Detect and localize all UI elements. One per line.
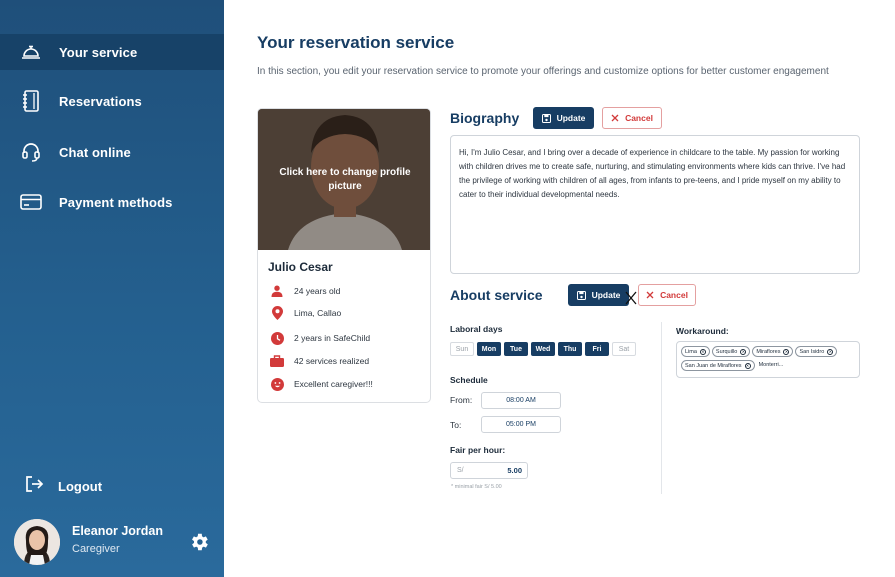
close-icon <box>611 114 619 122</box>
detail-text: 2 years in SafeChild <box>294 333 371 343</box>
detail-text: 24 years old <box>294 286 341 296</box>
chip-label: Lima <box>685 348 697 355</box>
chip-label: San Isidro <box>799 348 825 355</box>
credit-card-icon <box>20 191 42 213</box>
mouse-cursor <box>625 291 637 305</box>
person-icon <box>270 284 284 298</box>
day-fri[interactable]: Fri <box>585 342 609 356</box>
profile-card: Click here to change profile picture Jul… <box>257 108 431 403</box>
cancel-label: Cancel <box>660 290 688 300</box>
sidebar-item-label: Chat online <box>59 144 131 160</box>
from-time-input[interactable]: 08:00 AM <box>481 392 561 409</box>
fair-note: * minimal fair S/ 5.00 <box>451 484 502 490</box>
user-name: Eleanor Jordan <box>72 524 163 538</box>
change-photo-hint: Click here to change profile picture <box>279 167 411 192</box>
detail-text: 42 services realized <box>294 356 370 366</box>
day-sat[interactable]: Sat <box>612 342 636 356</box>
day-mon[interactable]: Mon <box>477 342 501 356</box>
close-icon[interactable]: ✕ <box>740 348 747 355</box>
sidebar-item-chat-online[interactable]: Chat online <box>0 134 224 170</box>
district-chip[interactable]: Miraflores ✕ <box>752 346 794 357</box>
chip-label: Surquillo <box>715 348 738 355</box>
sidebar-item-label: Reservations <box>59 93 142 109</box>
fair-per-hour-input[interactable]: S/ 5.00 <box>450 462 528 479</box>
profile-name: Julio Cesar <box>268 260 333 274</box>
from-label: From: <box>450 395 473 405</box>
fair-label: Fair per hour: <box>450 445 506 455</box>
about-cancel-button[interactable]: Cancel <box>638 284 696 306</box>
update-label: Update <box>556 113 586 123</box>
district-chip[interactable]: San Juan de Miraflores ✕ <box>681 360 755 371</box>
day-tue[interactable]: Tue <box>504 342 528 356</box>
detail-rating: Excellent caregiver!!! <box>270 377 373 391</box>
to-time-input[interactable]: 05:00 PM <box>481 416 561 433</box>
chip-label: San Juan de Miraflores <box>685 362 742 369</box>
day-wed[interactable]: Wed <box>531 342 555 356</box>
divider <box>661 322 662 494</box>
laboral-days-label: Laboral days <box>450 324 503 334</box>
close-icon[interactable]: ✕ <box>827 348 834 355</box>
close-icon[interactable]: ✕ <box>744 362 751 369</box>
gear-icon[interactable] <box>188 531 210 553</box>
page-title: Your reservation service <box>257 33 455 52</box>
workaround-label: Workaround: <box>676 326 729 336</box>
day-sun[interactable]: Sun <box>450 342 474 356</box>
detail-experience: 2 years in SafeChild <box>270 331 370 345</box>
detail-age: 24 years old <box>270 284 340 298</box>
currency-symbol: S/ <box>457 467 464 474</box>
district-chip[interactable]: Surquillo ✕ <box>711 346 751 357</box>
day-thu[interactable]: Thu <box>558 342 582 356</box>
sidebar: Your service Reservations Chat online Pa… <box>0 0 224 577</box>
biography-title: Biography <box>450 110 520 126</box>
sidebar-item-reservations[interactable]: Reservations <box>0 83 224 119</box>
detail-text: Excellent caregiver!!! <box>294 379 373 389</box>
bell-service-icon <box>20 41 42 63</box>
district-chip[interactable]: San Isidro ✕ <box>795 346 838 357</box>
close-icon[interactable]: ✕ <box>699 348 706 355</box>
about-update-button[interactable]: Update <box>568 284 629 306</box>
user-role: Caregiver <box>72 543 120 555</box>
smile-icon <box>270 377 284 391</box>
laboral-days-selector: Sun Mon Tue Wed Thu Fri Sat <box>450 342 639 356</box>
sidebar-item-label: Your service <box>59 44 138 60</box>
logout-label: Logout <box>58 479 103 494</box>
update-label: Update <box>591 290 621 300</box>
biography-update-button[interactable]: Update <box>533 107 594 129</box>
district-search-input[interactable]: Monterri... <box>759 359 784 370</box>
schedule-label: Schedule <box>450 375 488 385</box>
biography-cancel-button[interactable]: Cancel <box>602 107 662 129</box>
save-icon <box>576 290 586 300</box>
close-icon[interactable]: ✕ <box>783 348 790 355</box>
close-icon <box>646 291 654 299</box>
biography-textarea[interactable]: Hi, I'm Julio Cesar, and I bring over a … <box>450 135 860 274</box>
sidebar-item-payment-methods[interactable]: Payment methods <box>0 184 224 220</box>
notebook-icon <box>20 90 42 112</box>
page-subtitle: In this section, you edit your reservati… <box>257 66 829 77</box>
district-chip[interactable]: Lima ✕ <box>681 346 710 357</box>
to-label: To: <box>450 420 462 430</box>
profile-picture[interactable]: Click here to change profile picture <box>258 109 430 250</box>
chip-label: Miraflores <box>756 348 781 355</box>
workaround-input[interactable]: Lima ✕ Surquillo ✕ Miraflores ✕ San Isidro ✕… <box>676 341 860 378</box>
detail-text: Lima, Callao <box>294 308 342 318</box>
briefcase-icon <box>270 354 284 368</box>
clock-icon <box>270 331 284 345</box>
about-service-title: About service <box>450 287 543 303</box>
sidebar-item-label: Payment methods <box>59 194 173 210</box>
logout-icon <box>24 474 44 499</box>
fair-value: 5.00 <box>507 466 522 475</box>
avatar[interactable] <box>14 519 60 565</box>
cancel-label: Cancel <box>625 113 653 123</box>
detail-services: 42 services realized <box>270 354 369 368</box>
sidebar-item-your-service[interactable]: Your service <box>0 34 224 70</box>
logout-button[interactable]: Logout <box>24 474 102 499</box>
detail-location: Lima, Callao <box>270 306 341 320</box>
save-icon <box>541 113 551 123</box>
location-pin-icon <box>270 306 284 320</box>
headset-icon <box>20 141 42 163</box>
user-profile: Eleanor Jordan Caregiver <box>14 519 214 565</box>
